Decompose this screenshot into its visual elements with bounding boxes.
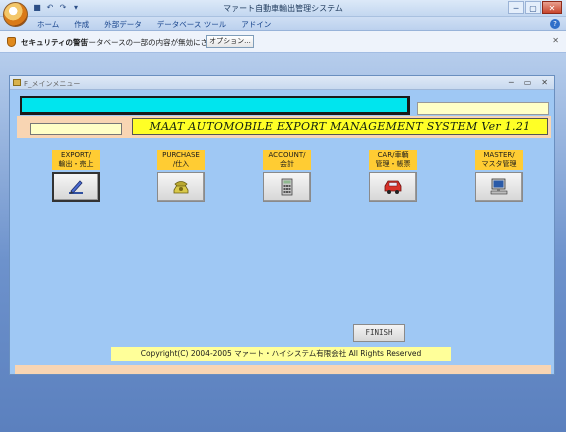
- header-bar: [20, 96, 410, 115]
- form-minimize-button[interactable]: ─: [509, 78, 514, 87]
- module-car: CAR/車輌 管理・帳票: [369, 150, 417, 202]
- close-button[interactable]: ✕: [542, 1, 562, 14]
- window-controls: ─ ▢ ✕: [508, 1, 562, 14]
- module-label: EXPORT/輸出・売上: [52, 150, 100, 170]
- footer-band: [15, 365, 551, 374]
- ribbon: ホーム 作成 外部データ データベース ツール アドイン ?: [0, 17, 566, 31]
- master-button[interactable]: [475, 172, 523, 202]
- module-purchase: PURCHASE/仕入: [157, 150, 205, 202]
- window-titlebar: ■ ↶ ↷ ▾ マァート自動車輸出管理システム ─ ▢ ✕: [0, 0, 566, 27]
- finish-button[interactable]: FINISH: [353, 324, 405, 342]
- module-master: MASTER/マスタ管理: [475, 150, 523, 202]
- computer-icon: [490, 178, 508, 195]
- security-title: セキュリティの警告: [21, 38, 89, 47]
- help-icon[interactable]: ?: [550, 19, 560, 29]
- tab-home[interactable]: ホーム: [37, 19, 59, 30]
- shield-icon: [7, 37, 16, 47]
- module-account: ACCOUNT/会計: [263, 150, 311, 202]
- calculator-icon: [281, 178, 293, 196]
- export-button[interactable]: [52, 172, 100, 202]
- tab-external-data[interactable]: 外部データ: [104, 19, 142, 30]
- system-title: MAAT AUTOMOBILE EXPORT MANAGEMENT SYSTEM…: [132, 118, 548, 135]
- module-label: PURCHASE/仕入: [157, 150, 205, 170]
- copyright-label: Copyright(C) 2004-2005 マァート・ハイシステム有限会社 A…: [111, 347, 451, 361]
- module-label: CAR/車輌 管理・帳票: [369, 150, 417, 170]
- car-icon: [384, 180, 402, 194]
- options-button[interactable]: オプション...: [206, 35, 254, 48]
- tab-create[interactable]: 作成: [74, 19, 89, 30]
- form-icon: [13, 79, 21, 86]
- maximize-button[interactable]: ▢: [525, 1, 541, 14]
- office-button[interactable]: [3, 2, 28, 27]
- pencil-icon: [69, 180, 83, 194]
- form-titlebar: F_メインメニュー ─ ▭ ✕: [10, 76, 554, 90]
- date-field[interactable]: [417, 102, 549, 115]
- module-label: ACCOUNT/会計: [263, 150, 311, 170]
- security-warning-bar: セキュリティの警告 データベースの一部の内容が無効にされました オプション...…: [0, 31, 566, 53]
- purchase-button[interactable]: [157, 172, 205, 202]
- telephone-icon: [173, 181, 189, 194]
- form-close-button[interactable]: ✕: [541, 78, 548, 87]
- ribbon-tabs: ホーム 作成 外部データ データベース ツール アドイン: [37, 19, 271, 30]
- close-icon[interactable]: ✕: [552, 36, 559, 45]
- form-restore-button[interactable]: ▭: [524, 78, 532, 87]
- tab-database-tools[interactable]: データベース ツール: [157, 19, 227, 30]
- form-title: F_メインメニュー: [24, 80, 81, 88]
- window-title: マァート自動車輸出管理システム: [223, 4, 343, 13]
- module-label: MASTER/マスタ管理: [475, 150, 523, 170]
- account-button[interactable]: [263, 172, 311, 202]
- form-controls: ─ ▭ ✕: [509, 78, 548, 87]
- tab-addins[interactable]: アドイン: [241, 19, 271, 30]
- minimize-button[interactable]: ─: [508, 1, 524, 14]
- user-field[interactable]: [30, 123, 122, 135]
- module-export: EXPORT/輸出・売上: [52, 150, 100, 202]
- car-button[interactable]: [369, 172, 417, 202]
